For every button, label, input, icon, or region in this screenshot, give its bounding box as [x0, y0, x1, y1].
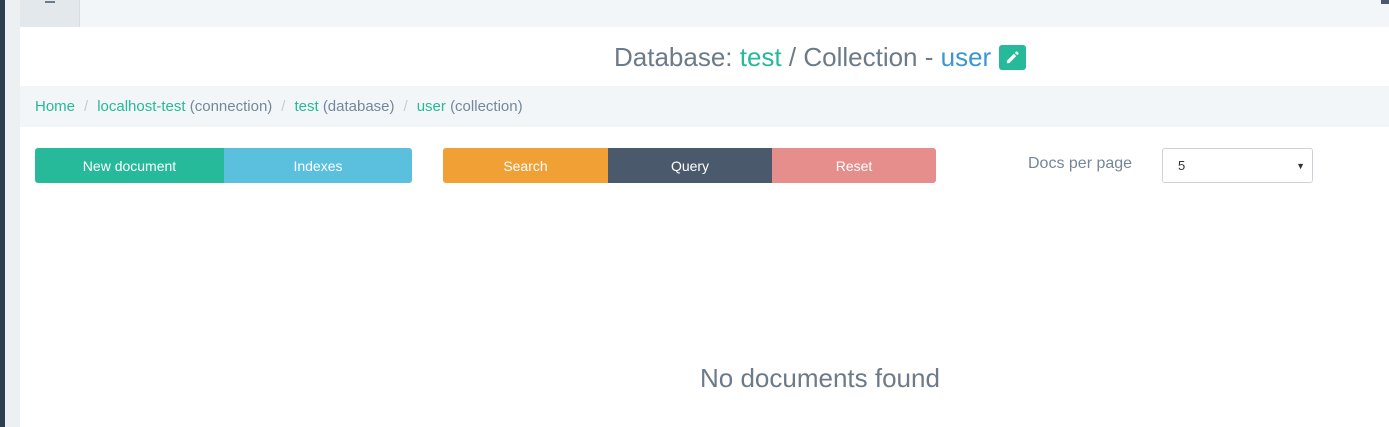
breadcrumb-collection-note: (collection): [450, 98, 523, 115]
empty-results-message: No documents found: [700, 363, 940, 393]
indexes-button[interactable]: Indexes: [224, 148, 412, 183]
edit-collection-button[interactable]: [999, 45, 1027, 70]
top-navbar: [20, 0, 1389, 27]
reset-button[interactable]: Reset: [772, 148, 936, 183]
chevron-down-icon: ▼: [1296, 161, 1305, 171]
breadcrumb-database: test (database): [294, 98, 394, 115]
title-collection-name: user: [940, 42, 992, 72]
title-prefix: Database:: [614, 42, 740, 72]
page-title: Database: test / Collection - user: [614, 42, 1027, 73]
breadcrumb: Home / localhost-test (connection) / tes…: [20, 86, 1389, 127]
breadcrumb-home: Home: [35, 98, 75, 115]
breadcrumb-connection-note: (connection): [189, 98, 273, 115]
plug-icon[interactable]: [1381, 0, 1389, 4]
breadcrumb-separator: /: [84, 98, 89, 115]
breadcrumb-connection: localhost-test (connection): [97, 98, 272, 115]
docs-per-page-label: Docs per page: [1028, 155, 1133, 172]
breadcrumb-collection-link[interactable]: user: [417, 98, 446, 115]
menu-toggle-button[interactable]: [20, 0, 80, 27]
breadcrumb-separator: /: [281, 98, 286, 115]
hamburger-icon: [45, 1, 55, 3]
docs-per-page-value: 5: [1178, 158, 1186, 173]
breadcrumb-database-link[interactable]: test: [294, 98, 318, 115]
sidebar-gutter: [5, 0, 20, 427]
docs-per-page-select[interactable]: 5 ▼: [1162, 148, 1313, 183]
breadcrumb-separator: /: [403, 98, 408, 115]
breadcrumb-database-note: (database): [322, 98, 395, 115]
query-button[interactable]: Query: [608, 148, 772, 183]
breadcrumb-home-link[interactable]: Home: [35, 98, 75, 115]
search-button[interactable]: Search: [443, 148, 608, 183]
breadcrumb-connection-link[interactable]: localhost-test: [97, 98, 185, 115]
page-header: Database: test / Collection - user: [20, 27, 1389, 86]
new-document-button[interactable]: New document: [35, 148, 224, 183]
pencil-icon: [1007, 51, 1019, 64]
title-database-name: test: [739, 42, 782, 72]
breadcrumb-collection: user (collection): [417, 98, 523, 115]
title-middle: / Collection -: [781, 42, 941, 72]
